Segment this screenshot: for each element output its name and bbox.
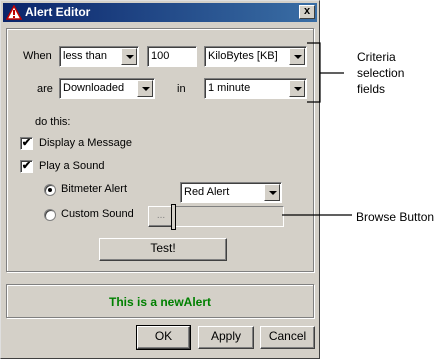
bitmeter-alert-label[interactable]: Bitmeter Alert <box>61 183 127 195</box>
chevron-down-icon[interactable] <box>289 80 305 97</box>
criteria-annotation-line: Criteria <box>357 50 396 64</box>
browse-pointer-line <box>282 214 352 216</box>
apply-button[interactable]: Apply <box>198 326 254 349</box>
custom-sound-label[interactable]: Custom Sound <box>61 208 134 220</box>
direction-select[interactable]: Downloaded <box>59 78 155 99</box>
are-label: are <box>37 83 53 95</box>
amount-value: 100 <box>151 50 170 62</box>
title-bar[interactable]: Alert Editor x <box>3 3 317 22</box>
interval-value: 1 minute <box>208 82 251 94</box>
chevron-down-icon[interactable] <box>137 80 153 97</box>
chevron-down-icon[interactable] <box>264 184 280 201</box>
criteria-bracket <box>307 42 344 103</box>
when-label: When <box>23 50 52 62</box>
warning-icon <box>6 5 22 20</box>
operator-value: less than <box>63 50 108 62</box>
criteria-annotation-line: selection <box>357 66 405 80</box>
do-this-label: do this: <box>35 116 71 128</box>
alert-editor-window: Alert Editor x When less than 100 KiloBy… <box>0 0 320 359</box>
bitmeter-alert-radio[interactable] <box>44 184 56 196</box>
play-sound-label[interactable]: Play a Sound <box>39 160 104 172</box>
operator-select[interactable]: less than <box>59 46 139 67</box>
ok-button[interactable]: OK <box>136 325 191 350</box>
chevron-down-icon[interactable] <box>121 48 137 65</box>
direction-value: Downloaded <box>63 82 125 94</box>
interval-select[interactable]: 1 minute <box>204 78 307 99</box>
chevron-down-icon[interactable] <box>289 48 305 65</box>
bitmeter-sound-value: Red Alert <box>184 186 230 198</box>
browse-annotation: Browse Button <box>356 210 435 224</box>
window-title: Alert Editor <box>25 5 91 19</box>
amount-input[interactable]: 100 <box>147 46 197 67</box>
criteria-annotation: Criteria selection fields <box>357 49 404 97</box>
custom-sound-path <box>174 206 284 227</box>
display-message-label[interactable]: Display a Message <box>39 137 132 149</box>
unit-value: KiloBytes [KB] <box>208 50 278 62</box>
close-button[interactable]: x <box>299 5 315 19</box>
preview-text: This is a newAlert <box>108 295 212 309</box>
in-label: in <box>177 83 186 95</box>
browse-pointer <box>171 204 176 230</box>
bitmeter-sound-select[interactable]: Red Alert <box>180 182 282 203</box>
cancel-button[interactable]: Cancel <box>260 326 315 349</box>
test-button[interactable]: Test! <box>99 238 227 261</box>
display-message-checkbox[interactable]: ✔ <box>20 137 33 150</box>
criteria-annotation-line: fields <box>357 82 386 96</box>
custom-sound-radio[interactable] <box>44 209 56 221</box>
play-sound-checkbox[interactable]: ✔ <box>20 160 33 173</box>
unit-select[interactable]: KiloBytes [KB] <box>204 46 307 67</box>
